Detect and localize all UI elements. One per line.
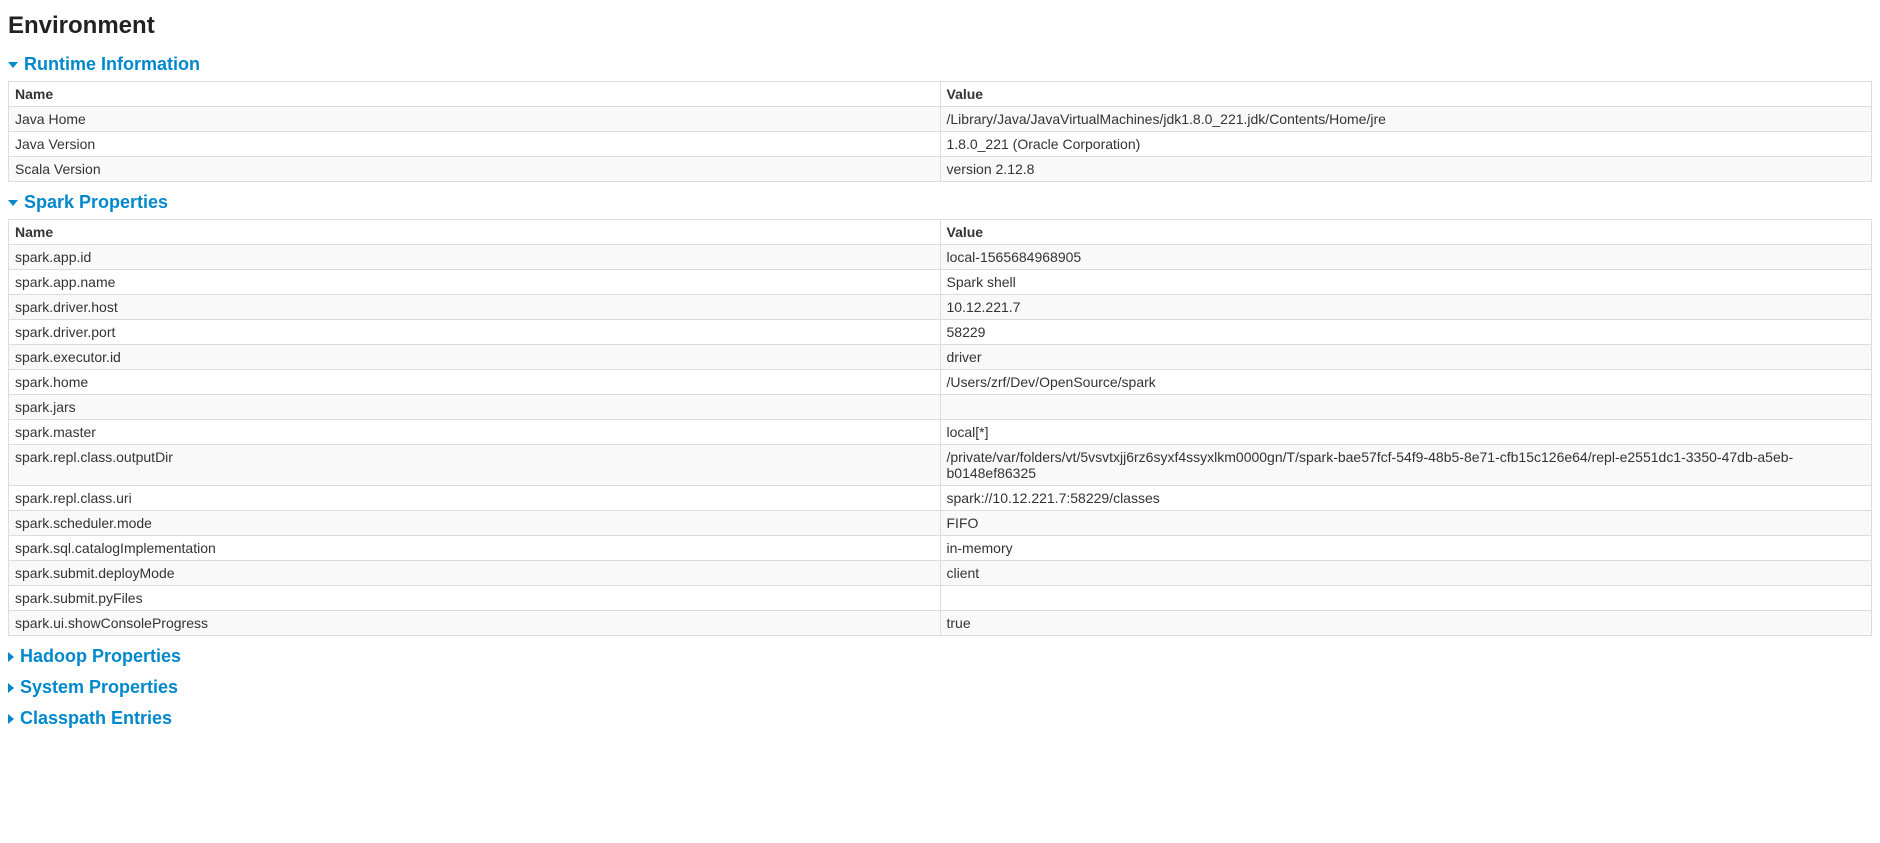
- runtime-col-name[interactable]: Name: [9, 82, 941, 107]
- cell-value: local-1565684968905: [940, 245, 1872, 270]
- table-row: Java Version 1.8.0_221 (Oracle Corporati…: [9, 132, 1872, 157]
- cell-value: true: [940, 611, 1872, 636]
- section-title-system: System Properties: [20, 677, 178, 698]
- cell-value: in-memory: [940, 536, 1872, 561]
- section-toggle-runtime[interactable]: Runtime Information: [8, 54, 1872, 75]
- table-row: spark.scheduler.modeFIFO: [9, 511, 1872, 536]
- cell-name: spark.home: [9, 370, 941, 395]
- table-row: spark.repl.class.outputDir/private/var/f…: [9, 445, 1872, 486]
- section-toggle-spark[interactable]: Spark Properties: [8, 192, 1872, 213]
- section-title-classpath: Classpath Entries: [20, 708, 172, 729]
- cell-value: [940, 586, 1872, 611]
- runtime-col-value[interactable]: Value: [940, 82, 1872, 107]
- page-title: Environment: [8, 12, 1872, 40]
- table-row: spark.home/Users/zrf/Dev/OpenSource/spar…: [9, 370, 1872, 395]
- caret-right-icon: [8, 683, 14, 693]
- table-row: spark.executor.iddriver: [9, 345, 1872, 370]
- cell-value: /private/var/folders/vt/5vsvtxjj6rz6syxf…: [940, 445, 1872, 486]
- section-toggle-classpath[interactable]: Classpath Entries: [8, 708, 1872, 729]
- cell-value: 1.8.0_221 (Oracle Corporation): [940, 132, 1872, 157]
- table-row: spark.repl.class.urispark://10.12.221.7:…: [9, 486, 1872, 511]
- runtime-table: Name Value Java Home /Library/Java/JavaV…: [8, 81, 1872, 182]
- cell-name: Scala Version: [9, 157, 941, 182]
- caret-down-icon: [8, 62, 18, 68]
- cell-name: spark.repl.class.uri: [9, 486, 941, 511]
- table-row: spark.app.nameSpark shell: [9, 270, 1872, 295]
- cell-value: [940, 395, 1872, 420]
- cell-value: /Library/Java/JavaVirtualMachines/jdk1.8…: [940, 107, 1872, 132]
- section-toggle-hadoop[interactable]: Hadoop Properties: [8, 646, 1872, 667]
- cell-value: 10.12.221.7: [940, 295, 1872, 320]
- cell-value: spark://10.12.221.7:58229/classes: [940, 486, 1872, 511]
- table-row: spark.submit.deployModeclient: [9, 561, 1872, 586]
- cell-value: client: [940, 561, 1872, 586]
- table-row: spark.jars: [9, 395, 1872, 420]
- section-title-spark: Spark Properties: [24, 192, 168, 213]
- cell-value: version 2.12.8: [940, 157, 1872, 182]
- cell-name: spark.jars: [9, 395, 941, 420]
- table-row: spark.submit.pyFiles: [9, 586, 1872, 611]
- table-row: Scala Version version 2.12.8: [9, 157, 1872, 182]
- cell-name: Java Version: [9, 132, 941, 157]
- spark-col-name[interactable]: Name: [9, 220, 941, 245]
- table-row: spark.app.idlocal-1565684968905: [9, 245, 1872, 270]
- section-title-runtime: Runtime Information: [24, 54, 200, 75]
- spark-table: Name Value spark.app.idlocal-15656849689…: [8, 219, 1872, 636]
- cell-name: spark.sql.catalogImplementation: [9, 536, 941, 561]
- cell-name: spark.repl.class.outputDir: [9, 445, 941, 486]
- spark-col-value[interactable]: Value: [940, 220, 1872, 245]
- cell-value: Spark shell: [940, 270, 1872, 295]
- caret-down-icon: [8, 200, 18, 206]
- section-toggle-system[interactable]: System Properties: [8, 677, 1872, 698]
- cell-name: spark.driver.port: [9, 320, 941, 345]
- table-row: spark.sql.catalogImplementationin-memory: [9, 536, 1872, 561]
- cell-value: FIFO: [940, 511, 1872, 536]
- cell-name: spark.driver.host: [9, 295, 941, 320]
- cell-name: spark.executor.id: [9, 345, 941, 370]
- cell-value: driver: [940, 345, 1872, 370]
- caret-right-icon: [8, 652, 14, 662]
- cell-name: spark.submit.deployMode: [9, 561, 941, 586]
- cell-name: spark.scheduler.mode: [9, 511, 941, 536]
- cell-value: /Users/zrf/Dev/OpenSource/spark: [940, 370, 1872, 395]
- cell-value: 58229: [940, 320, 1872, 345]
- cell-name: spark.ui.showConsoleProgress: [9, 611, 941, 636]
- cell-name: spark.submit.pyFiles: [9, 586, 941, 611]
- cell-name: spark.app.id: [9, 245, 941, 270]
- cell-value: local[*]: [940, 420, 1872, 445]
- table-row: spark.driver.host10.12.221.7: [9, 295, 1872, 320]
- cell-name: Java Home: [9, 107, 941, 132]
- table-row: spark.ui.showConsoleProgresstrue: [9, 611, 1872, 636]
- caret-right-icon: [8, 714, 14, 724]
- table-row: spark.masterlocal[*]: [9, 420, 1872, 445]
- section-title-hadoop: Hadoop Properties: [20, 646, 181, 667]
- cell-name: spark.app.name: [9, 270, 941, 295]
- table-row: Java Home /Library/Java/JavaVirtualMachi…: [9, 107, 1872, 132]
- table-row: spark.driver.port58229: [9, 320, 1872, 345]
- cell-name: spark.master: [9, 420, 941, 445]
